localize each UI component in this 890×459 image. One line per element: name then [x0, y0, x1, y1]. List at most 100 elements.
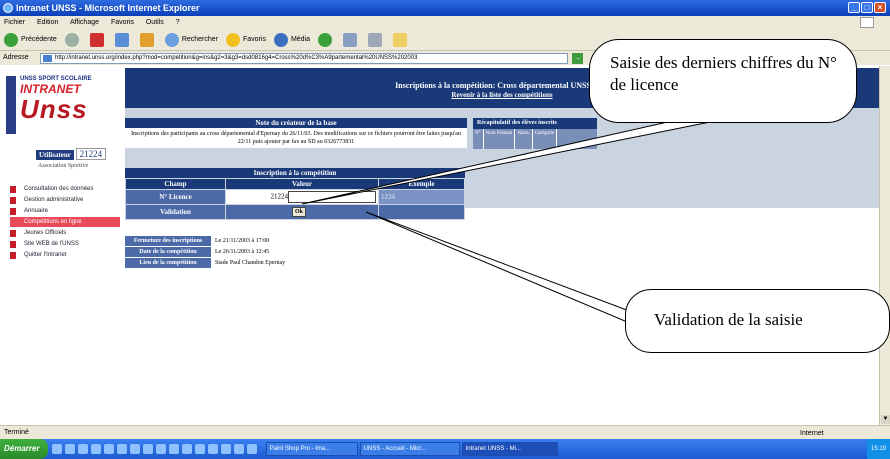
bullet-icon	[10, 252, 16, 259]
quicklaunch-icon[interactable]	[103, 444, 114, 454]
forward-button[interactable]	[64, 32, 82, 47]
recap-columns: N° Nom Prénom Naiss. Catégorie	[473, 129, 597, 149]
page-icon	[43, 55, 52, 62]
form-table: Champ Valeur Exemple N° Licence 21224 12…	[125, 178, 465, 220]
bullet-icon	[10, 230, 16, 237]
task-paintshop[interactable]: Paint Shop Pro - Ima...	[265, 442, 358, 456]
quicklaunch-icon[interactable]	[64, 444, 75, 454]
browser-window: Intranet UNSS - Microsoft Internet Explo…	[0, 0, 890, 459]
quicklaunch-icon[interactable]	[90, 444, 101, 454]
home-button[interactable]	[139, 32, 157, 47]
licence-example: 1234	[378, 189, 465, 205]
ok-button[interactable]: Ok	[292, 207, 306, 217]
menu-outils[interactable]: Outils	[146, 19, 164, 26]
sidebar-item-site-web[interactable]: Site WEB de l'UNSS	[10, 239, 120, 250]
unss-logo: UNSS SPORT SCOLAIRE INTRANET Unss	[6, 76, 116, 134]
licence-label: N° Licence	[125, 189, 226, 205]
mail-icon	[343, 32, 358, 47]
start-button[interactable]: Démarrer	[0, 439, 48, 459]
recap-col-num: N°	[473, 129, 484, 149]
status-text: Terminé	[4, 429, 29, 436]
clock: 15:19	[870, 446, 886, 452]
media-icon	[273, 32, 288, 47]
quicklaunch-icon[interactable]	[181, 444, 192, 454]
search-icon	[164, 32, 179, 47]
go-button[interactable]: →	[572, 53, 583, 64]
address-input[interactable]: http://intranet.unss.org/index.php?mod=c…	[40, 53, 568, 64]
favorites-button[interactable]: Favoris	[226, 29, 266, 51]
quicklaunch-icon[interactable]	[194, 444, 205, 454]
col-example: Exemple	[378, 178, 465, 190]
windows-flag-icon	[860, 17, 874, 28]
print-button[interactable]	[368, 32, 385, 47]
stop-button[interactable]	[89, 32, 107, 47]
recap-col-name: Nom Prénom	[484, 129, 516, 149]
quicklaunch-icon[interactable]	[207, 444, 218, 454]
quicklaunch-icon[interactable]	[77, 444, 88, 454]
scroll-down-icon[interactable]: ▼	[881, 415, 890, 424]
refresh-icon	[114, 32, 129, 47]
info-row: Date de la compétition Le 26/11/2003 à 12…	[125, 247, 365, 257]
system-tray: 15:19	[866, 439, 890, 459]
bullet-icon	[10, 208, 16, 215]
col-value: Valeur	[225, 178, 379, 190]
menu-affichage[interactable]: Affichage	[70, 19, 99, 26]
star-icon	[226, 32, 240, 47]
form-title: Inscription à la compétition	[125, 168, 465, 178]
folder-button[interactable]	[393, 32, 410, 47]
quicklaunch-icon[interactable]	[51, 444, 62, 454]
quicklaunch-icon[interactable]	[246, 444, 257, 454]
validation-cell: Ok	[225, 204, 379, 220]
competition-info: Fermeture des inscriptions Le 21/11/2003 …	[125, 236, 365, 269]
validation-label: Validation	[125, 204, 226, 220]
validation-example	[378, 204, 465, 220]
sidebar-item-quitter[interactable]: Quitter l'Intranet	[10, 250, 120, 261]
note-title: Note du créateur de la base	[125, 118, 467, 128]
back-arrow-icon	[4, 32, 18, 47]
task-unss-accueil[interactable]: UNSS - Accueil - Micr...	[359, 442, 460, 456]
bullet-icon	[10, 241, 16, 248]
back-button[interactable]: Précédente	[4, 29, 57, 51]
menu-help[interactable]: ?	[176, 19, 180, 26]
address-label: Adresse	[3, 54, 29, 61]
home-icon	[139, 32, 154, 47]
vertical-scrollbar[interactable]: ▼	[879, 66, 890, 425]
history-button[interactable]	[318, 32, 335, 47]
search-button[interactable]: Rechercher	[164, 29, 218, 51]
quicklaunch-icon[interactable]	[116, 444, 127, 454]
menu-bar: Fichier Edition Affichage Favoris Outils…	[0, 16, 890, 29]
print-icon	[368, 32, 383, 47]
menu-edition[interactable]: Edition	[37, 19, 58, 26]
media-button[interactable]: Média	[273, 29, 310, 51]
user-value: 21224	[75, 148, 107, 160]
sidebar-item-jeunes-officiels[interactable]: Jeunes Officiels	[10, 228, 120, 239]
task-intranet-unss[interactable]: Intranet UNSS - Mi...	[461, 442, 558, 456]
taskbar: Démarrer Paint Shop Pro - Ima... UNSS - …	[0, 439, 890, 459]
note-body: Inscriptions des participants au cross d…	[125, 128, 467, 148]
close-icon[interactable]: ×	[874, 2, 886, 13]
quicklaunch-icon[interactable]	[220, 444, 231, 454]
quicklaunch-icon[interactable]	[233, 444, 244, 454]
refresh-button[interactable]	[114, 32, 132, 47]
sidebar-item-competitions[interactable]: Compétitions en ligne	[10, 217, 120, 228]
recap-col-category: Catégorie	[533, 129, 558, 149]
sidebar-item-gestion[interactable]: Gestion administrative	[10, 195, 120, 206]
info-row: Lieu de la compétition Stade Paul Chandon…	[125, 258, 365, 268]
col-field: Champ	[125, 178, 226, 190]
menu-favoris[interactable]: Favoris	[111, 19, 134, 26]
recap-col-birth: Naiss.	[515, 129, 533, 149]
sidebar-item-consultation[interactable]: Consultation des données	[10, 184, 120, 195]
recap-title: Récapitulatif des élèves inscrits	[473, 118, 597, 129]
mail-button[interactable]	[343, 32, 360, 47]
quicklaunch-icon[interactable]	[168, 444, 179, 454]
recap-panel: Récapitulatif des élèves inscrits N° Nom…	[473, 118, 597, 149]
quicklaunch-icon[interactable]	[129, 444, 140, 454]
maximize-icon[interactable]: □	[861, 2, 873, 13]
sidebar-item-annuaire[interactable]: Annuaire	[10, 206, 120, 217]
quicklaunch-icon[interactable]	[142, 444, 153, 454]
quicklaunch-icon[interactable]	[155, 444, 166, 454]
licence-input[interactable]	[288, 191, 376, 203]
history-icon	[318, 32, 333, 47]
minimize-icon[interactable]: _	[848, 2, 860, 13]
menu-fichier[interactable]: Fichier	[4, 19, 25, 26]
